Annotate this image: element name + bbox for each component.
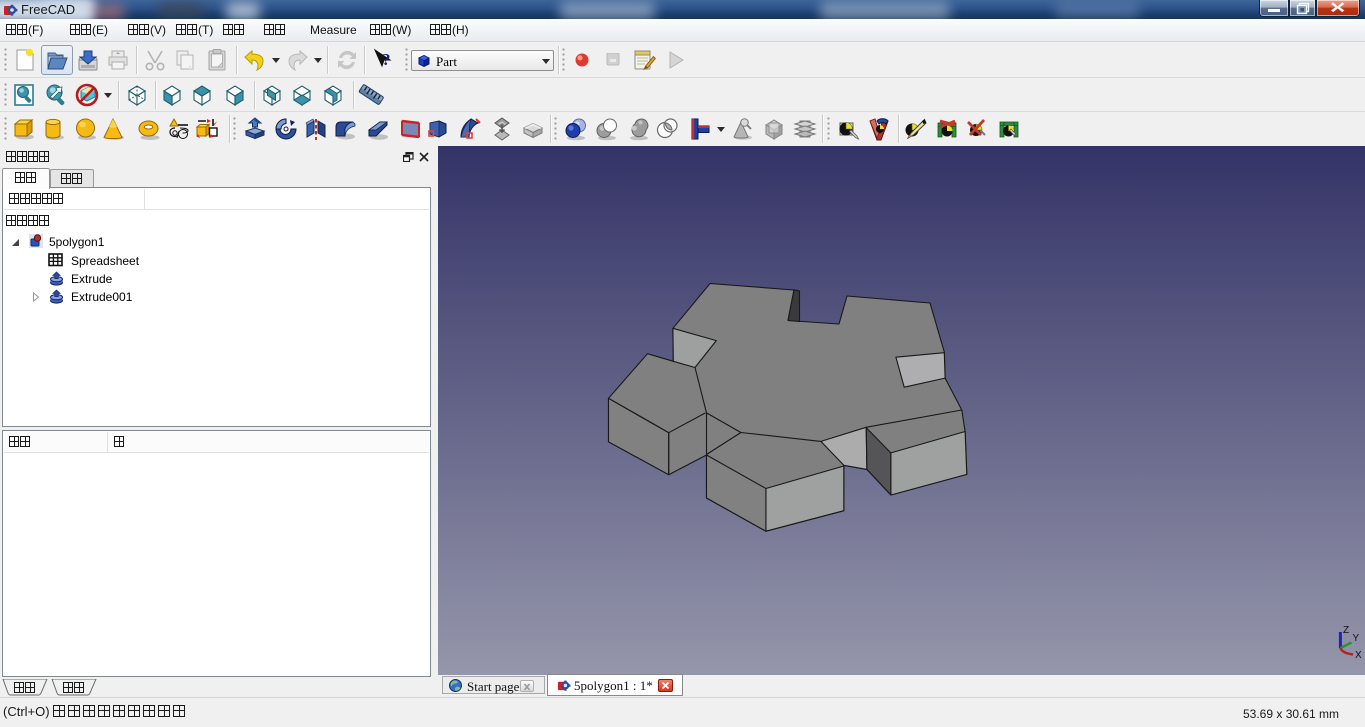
svg-text:Y: Y [1353, 633, 1360, 644]
svg-text:X: X [1355, 650, 1362, 661]
svg-text:?: ? [382, 50, 391, 69]
svg-text:Z: Z [1343, 625, 1349, 636]
